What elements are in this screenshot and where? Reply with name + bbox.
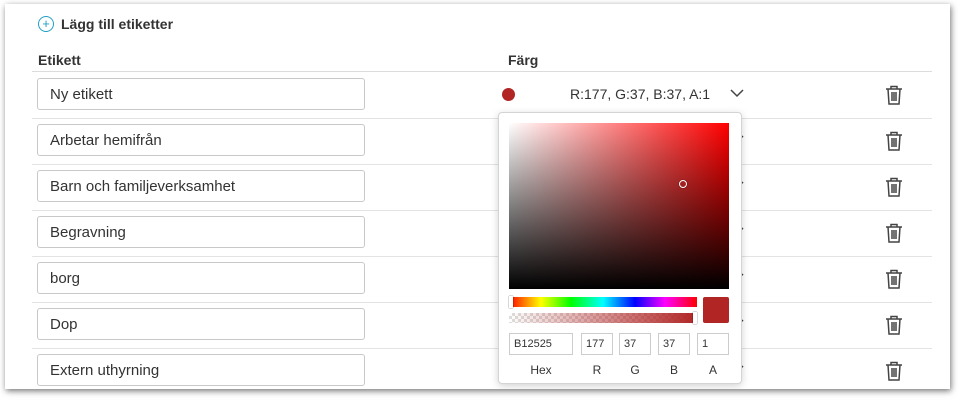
table-row bbox=[32, 118, 932, 165]
alpha-label: A bbox=[708, 363, 717, 377]
blue-label: B bbox=[669, 363, 678, 377]
hue-slider[interactable] bbox=[509, 296, 697, 308]
trash-icon[interactable] bbox=[884, 130, 904, 152]
add-labels-button[interactable]: + Lägg till etiketter bbox=[38, 16, 173, 32]
label-settings-panel: + Lägg till etiketter Etikett Färg R:177… bbox=[5, 4, 950, 389]
label-name-input[interactable] bbox=[37, 124, 365, 156]
trash-icon[interactable] bbox=[884, 222, 904, 244]
color-picker-popover: Hex R G B A bbox=[498, 112, 742, 384]
label-name-input[interactable] bbox=[37, 78, 365, 110]
label-name-input[interactable] bbox=[37, 262, 365, 294]
rgba-value: R:177, G:37, B:37, A:1 bbox=[570, 86, 711, 102]
alpha-input[interactable] bbox=[697, 333, 729, 355]
label-name-input[interactable] bbox=[37, 170, 365, 202]
color-swatch bbox=[703, 297, 729, 323]
trash-icon[interactable] bbox=[884, 314, 904, 336]
hue-handle[interactable] bbox=[509, 296, 513, 308]
saturation-value-area[interactable] bbox=[509, 123, 729, 289]
green-label: G bbox=[630, 363, 640, 377]
green-input[interactable] bbox=[619, 333, 651, 355]
add-labels-label: Lägg till etiketter bbox=[61, 16, 174, 32]
red-label: R bbox=[592, 363, 602, 377]
hex-input[interactable] bbox=[509, 333, 573, 355]
trash-icon[interactable] bbox=[884, 176, 904, 198]
blue-input[interactable] bbox=[658, 333, 690, 355]
label-name-input[interactable] bbox=[37, 216, 365, 248]
table-row bbox=[32, 348, 932, 389]
table-row bbox=[32, 302, 932, 349]
table-row bbox=[32, 210, 932, 257]
trash-icon[interactable] bbox=[884, 268, 904, 290]
alpha-slider[interactable] bbox=[509, 312, 697, 324]
label-name-input[interactable] bbox=[37, 308, 365, 340]
alpha-handle[interactable] bbox=[693, 312, 697, 324]
trash-icon[interactable] bbox=[884, 360, 904, 382]
table-row bbox=[32, 256, 932, 303]
chevron-down-icon[interactable] bbox=[729, 85, 745, 101]
table-row bbox=[32, 164, 932, 211]
saturation-handle[interactable] bbox=[679, 180, 687, 188]
color-column-header: Färg bbox=[508, 52, 539, 68]
label-name-input[interactable] bbox=[37, 354, 365, 386]
red-input[interactable] bbox=[581, 333, 613, 355]
plus-circle-icon: + bbox=[38, 16, 54, 32]
table-row: R:177, G:37, B:37, A:1 bbox=[32, 72, 932, 119]
color-dot[interactable] bbox=[502, 88, 515, 101]
label-column-header: Etikett bbox=[38, 52, 81, 68]
hex-label: Hex bbox=[530, 363, 552, 377]
trash-icon[interactable] bbox=[884, 84, 904, 106]
